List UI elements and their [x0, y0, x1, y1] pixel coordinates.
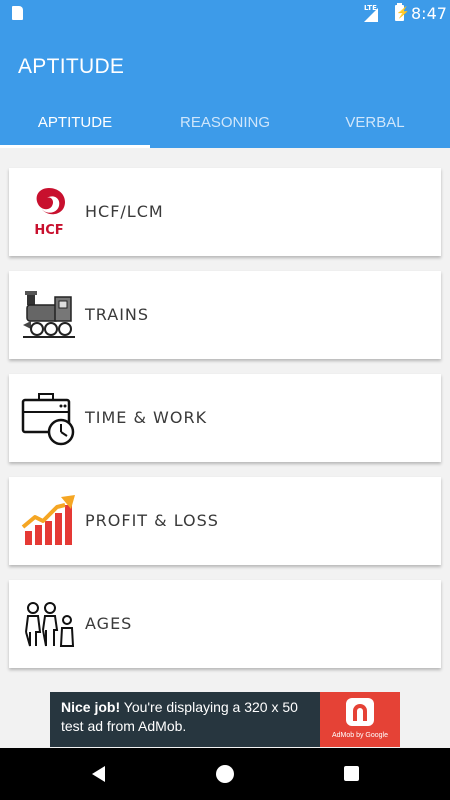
back-icon[interactable]	[92, 766, 105, 782]
ad-banner[interactable]: Nice job! You're displaying a 320 x 50 t…	[50, 692, 400, 747]
sd-card-icon	[12, 6, 23, 20]
tab-reasoning[interactable]: REASONING	[150, 105, 300, 148]
home-icon[interactable]	[216, 765, 234, 783]
tab-aptitude[interactable]: APTITUDE	[0, 105, 150, 148]
clock: 8:47	[411, 4, 447, 23]
topic-card-profit-loss[interactable]: PROFIT & LOSS	[9, 477, 441, 565]
ad-brand: AdMob by Google	[331, 732, 389, 739]
hcf-icon: HCF	[34, 188, 65, 238]
topic-card-time-work[interactable]: TIME & WORK	[9, 374, 441, 462]
network-type: LTE	[364, 4, 377, 12]
tab-verbal[interactable]: VERBAL	[300, 105, 450, 148]
train-icon	[23, 291, 75, 338]
topic-label: PROFIT & LOSS	[85, 511, 219, 530]
topic-label: TRAINS	[85, 305, 150, 324]
admob-logo-icon	[346, 698, 374, 726]
topic-label: TIME & WORK	[85, 408, 208, 427]
hcf-icon-text: HCF	[34, 223, 63, 238]
admob-logo: AdMob by Google	[320, 692, 400, 747]
app-title: APTITUDE	[18, 55, 125, 78]
status-bar: LTE ⚡ 8:47	[0, 0, 450, 27]
profit-chart-icon	[21, 495, 75, 545]
battery-icon: ⚡	[395, 3, 410, 21]
family-icon	[25, 602, 75, 647]
ad-text: Nice job! You're displaying a 320 x 50 t…	[61, 698, 321, 736]
briefcase-clock-icon	[21, 393, 75, 446]
topic-card-hcf-lcm[interactable]: HCF HCF/LCM	[9, 168, 441, 256]
topic-card-ages[interactable]: AGES	[9, 580, 441, 668]
recent-apps-icon[interactable]	[344, 766, 359, 781]
topic-label: AGES	[85, 614, 133, 633]
system-nav-bar	[0, 748, 450, 800]
app-bar: APTITUDE APTITUDE REASONING VERBAL	[0, 27, 450, 148]
topic-card-trains[interactable]: TRAINS	[9, 271, 441, 359]
topic-label: HCF/LCM	[85, 202, 164, 221]
tab-bar: APTITUDE REASONING VERBAL	[0, 105, 450, 148]
tab-indicator	[0, 145, 150, 148]
ad-headline: Nice job!	[61, 699, 121, 715]
